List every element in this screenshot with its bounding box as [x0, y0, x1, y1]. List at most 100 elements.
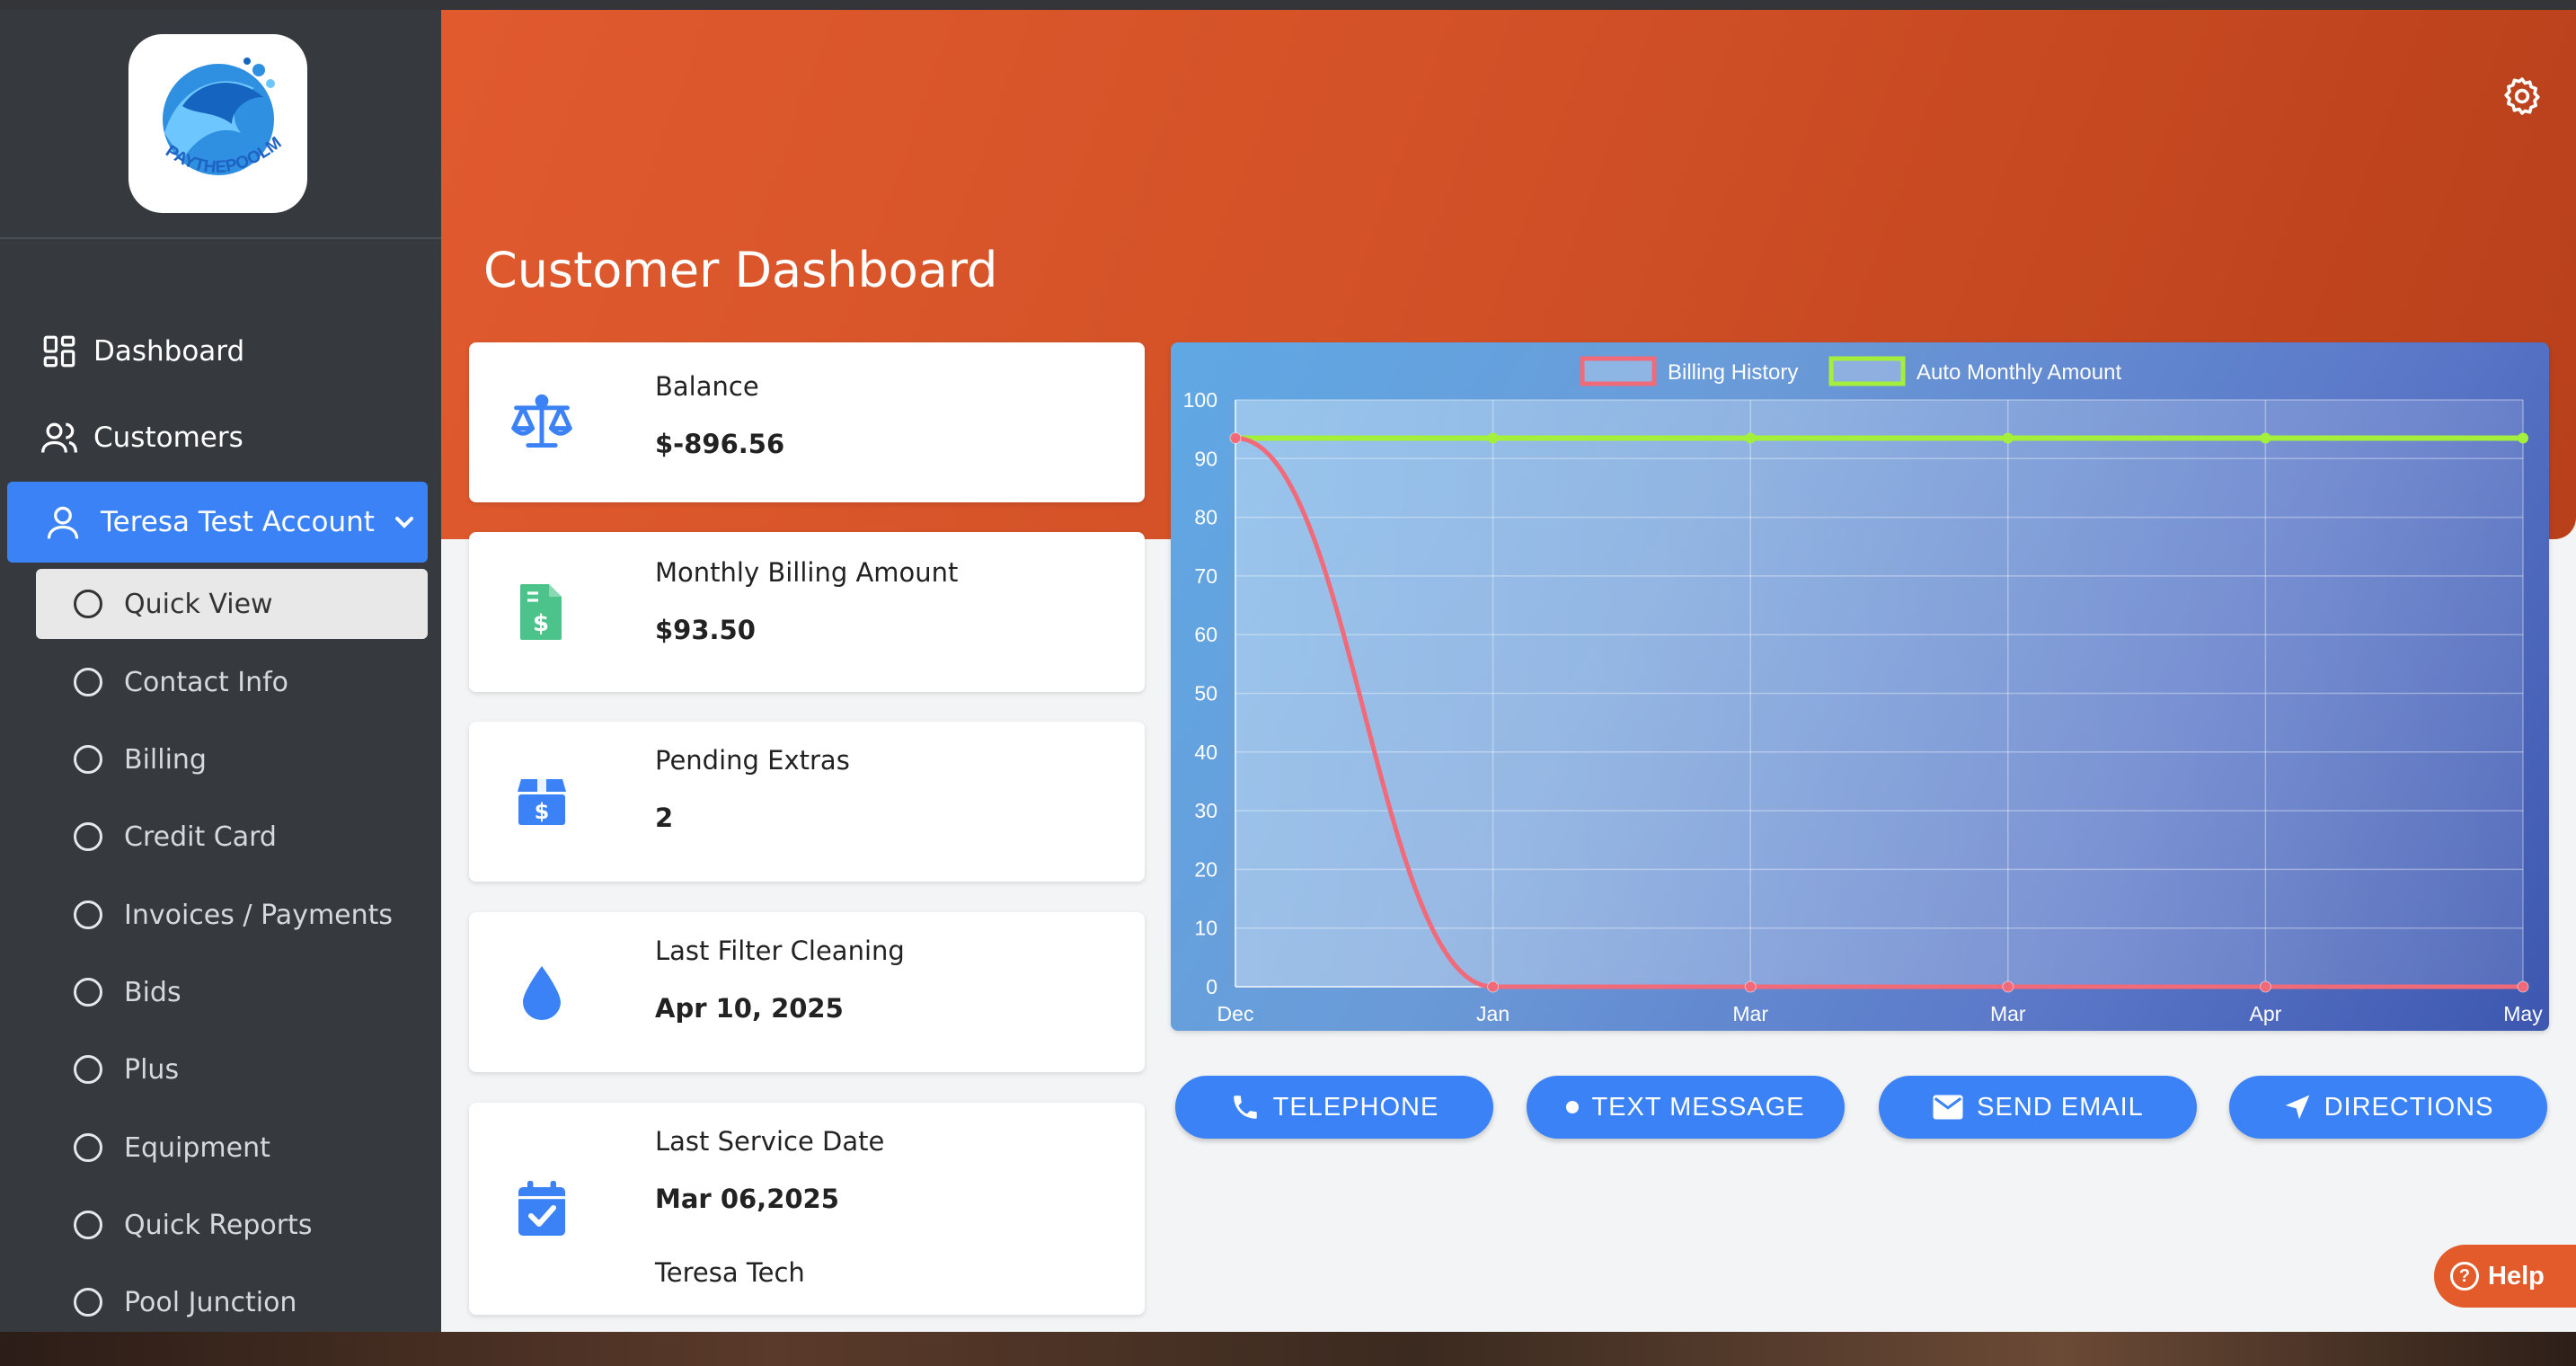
circle-icon	[74, 1133, 102, 1162]
x-tick-label: Jan	[1476, 1002, 1509, 1025]
sidebar-item-label: Teresa Test Account	[101, 506, 375, 538]
data-point-billing-history	[2002, 980, 2014, 993]
sidebar-item-teresa-test-account[interactable]: Teresa Test Account	[7, 482, 428, 563]
card-label: Last Filter Cleaning	[655, 936, 905, 966]
data-point-auto-monthly-amount	[2518, 432, 2528, 444]
help-button[interactable]: ? Help	[2434, 1245, 2576, 1308]
legend-label: Auto Monthly Amount	[1917, 360, 2121, 385]
water-drop-icon	[509, 960, 574, 1024]
sub-item-label: Credit Card	[124, 820, 277, 853]
x-tick-label: Apr	[2250, 1002, 2282, 1025]
calendar-check-icon	[509, 1176, 574, 1241]
button-label: DIRECTIONS	[2324, 1092, 2494, 1122]
data-point-auto-monthly-amount	[2260, 432, 2271, 444]
sub-item-label: Billing	[124, 743, 207, 776]
sub-item-quick-view[interactable]: Quick View	[36, 569, 428, 639]
x-tick-label: May	[2503, 1002, 2543, 1025]
y-tick-label: 70	[1194, 564, 1217, 588]
y-tick-label: 20	[1194, 857, 1217, 881]
sub-item-quick-reports[interactable]: Quick Reports	[36, 1190, 428, 1260]
card-value: $-896.56	[655, 429, 785, 459]
send-email-button[interactable]: SEND EMAIL	[1879, 1076, 2197, 1139]
dot-icon	[1566, 1101, 1580, 1113]
sidebar-item-label: Customers	[93, 421, 243, 454]
dashboard-grid-icon	[40, 332, 79, 371]
data-point-billing-history	[1229, 431, 1242, 444]
data-point-billing-history	[2517, 980, 2529, 993]
sidebar-item-customers[interactable]: Customers	[0, 398, 441, 477]
users-icon	[40, 418, 79, 457]
last-filter-cleaning-card[interactable]: Last Filter Cleaning Apr 10, 2025	[469, 912, 1145, 1072]
sub-item-label: Quick View	[124, 588, 273, 620]
sub-item-contact-info[interactable]: Contact Info	[36, 647, 428, 717]
help-label: Help	[2488, 1261, 2545, 1291]
y-tick-label: 40	[1194, 741, 1217, 764]
circle-icon	[74, 822, 102, 851]
sidebar-item-label: Dashboard	[93, 335, 245, 368]
sub-item-billing[interactable]: Billing	[36, 724, 428, 794]
sub-item-label: Quick Reports	[124, 1209, 313, 1241]
balance-card[interactable]: Balance $-896.56	[469, 342, 1145, 502]
card-label: Last Service Date	[655, 1126, 885, 1157]
circle-icon	[74, 1211, 102, 1239]
sidebar-divider	[0, 237, 441, 239]
button-label: TELEPHONE	[1272, 1092, 1439, 1122]
gear-icon[interactable]	[2501, 75, 2544, 118]
pending-extras-card[interactable]: $ Pending Extras 2	[469, 722, 1145, 882]
app-logo[interactable]: PAYTHEPOOLMAN	[128, 34, 307, 213]
sub-item-label: Equipment	[124, 1131, 270, 1164]
button-label: SEND EMAIL	[1977, 1092, 2144, 1122]
sub-item-credit-card[interactable]: Credit Card	[36, 802, 428, 872]
billing-chart: 0 10 20 30 40 50 60 70 80 90 100 Dec Jan Mar Mar Apr May…	[1171, 342, 2549, 1031]
user-icon	[43, 502, 83, 542]
y-tick-label: 100	[1183, 388, 1217, 412]
sub-item-pool-junction[interactable]: Pool Junction	[36, 1267, 428, 1337]
data-point-billing-history	[1744, 980, 1757, 993]
button-label: TEXT MESSAGE	[1591, 1092, 1805, 1122]
sub-item-bids[interactable]: Bids	[36, 957, 428, 1027]
desktop-background	[0, 1332, 2576, 1366]
legend-swatch	[1580, 356, 1657, 386]
sidebar: PAYTHEPOOLMAN Dashboard Customers Te	[0, 10, 441, 1332]
card-label: Monthly Billing Amount	[655, 557, 959, 588]
circle-icon	[74, 590, 102, 618]
last-service-date-card[interactable]: Last Service Date Mar 06,2025 Teresa Tec…	[469, 1103, 1145, 1315]
legend-swatch	[1828, 356, 1906, 386]
circle-icon	[74, 1055, 102, 1084]
telephone-button[interactable]: TELEPHONE	[1175, 1076, 1493, 1139]
circle-icon	[74, 745, 102, 774]
sub-item-label: Plus	[124, 1053, 180, 1086]
chevron-down-icon[interactable]	[393, 514, 416, 530]
question-circle-icon: ?	[2450, 1262, 2479, 1291]
monthly-billing-card[interactable]: $ Monthly Billing Amount $93.50	[469, 532, 1145, 692]
x-tick-label: Dec	[1217, 1002, 1254, 1025]
window-top-strip	[0, 0, 2576, 10]
svg-text:$: $	[535, 799, 550, 824]
circle-icon	[74, 978, 102, 1007]
card-value: $93.50	[655, 615, 756, 645]
navigation-arrow-icon	[2283, 1093, 2312, 1122]
technician-name: Teresa Tech	[655, 1257, 805, 1288]
main-content: Customer Dashboard Balance $-896.56 $ Mo…	[441, 10, 2576, 1332]
card-label: Balance	[655, 371, 759, 402]
sub-item-plus[interactable]: Plus	[36, 1034, 428, 1104]
sub-item-label: Invoices / Payments	[124, 899, 394, 931]
data-point-billing-history	[1487, 980, 1500, 993]
y-tick-label: 90	[1194, 447, 1217, 470]
circle-icon	[74, 1288, 102, 1317]
directions-button[interactable]: DIRECTIONS	[2229, 1076, 2547, 1139]
sub-item-invoices-payments[interactable]: Invoices / Payments	[36, 880, 428, 950]
page-title: Customer Dashboard	[483, 242, 998, 298]
sub-item-label: Contact Info	[124, 666, 289, 698]
sidebar-item-dashboard[interactable]: Dashboard	[0, 312, 441, 391]
x-tick-label: Mar	[1990, 1002, 2026, 1025]
sub-item-label: Pool Junction	[124, 1286, 297, 1318]
card-value: Mar 06,2025	[655, 1184, 839, 1214]
text-message-button[interactable]: TEXT MESSAGE	[1527, 1076, 1845, 1139]
envelope-icon	[1932, 1094, 1964, 1121]
invoice-dollar-icon: $	[509, 580, 574, 644]
box-dollar-icon: $	[509, 769, 574, 834]
x-tick-label: Mar	[1732, 1002, 1768, 1025]
sub-item-equipment[interactable]: Equipment	[36, 1113, 428, 1183]
y-tick-label: 10	[1194, 917, 1217, 940]
